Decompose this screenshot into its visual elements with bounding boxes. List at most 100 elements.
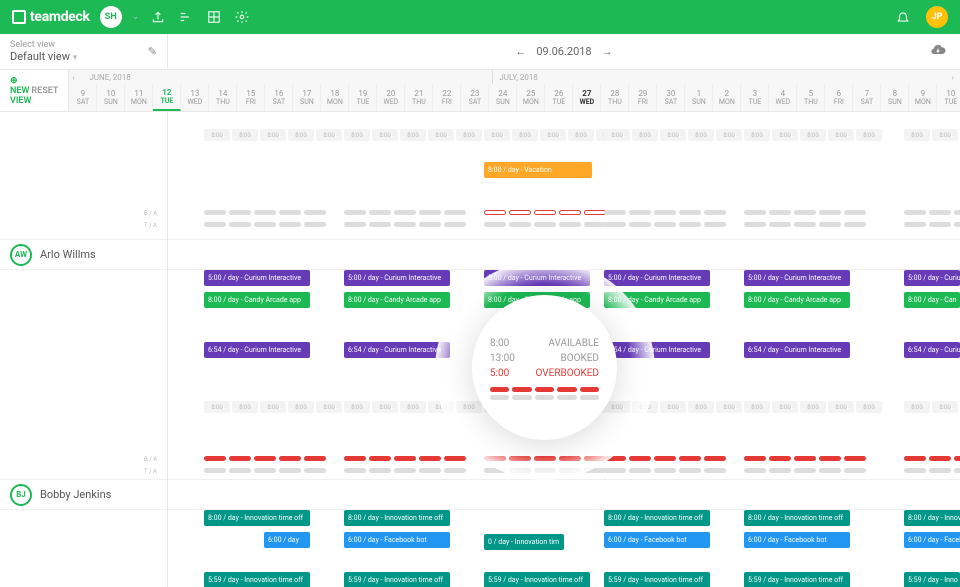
scroll-right-icon[interactable]: › <box>952 73 954 82</box>
booking-bar[interactable]: 6:00 / day <box>264 532 310 548</box>
bell-icon[interactable] <box>894 8 912 26</box>
booking-bar[interactable]: 6:00 / day - Facebook bot <box>904 532 960 548</box>
view-dropdown[interactable]: Default view ▾ <box>10 50 77 63</box>
booking-bar[interactable]: 6:54 / day - Curium Interactive <box>744 342 850 358</box>
day-column[interactable]: 2MON <box>713 84 741 111</box>
export-icon[interactable] <box>149 8 167 26</box>
booking-bar[interactable]: 8:00 / day - Can <box>904 292 960 308</box>
day-column[interactable]: 15FRI <box>237 84 265 111</box>
day-column[interactable]: 17SUN <box>293 84 321 111</box>
booking-bar[interactable]: 5:00 / day - Curium Interactive <box>904 270 960 286</box>
booking-bar[interactable]: 5:00 / day - Curium Interactive <box>744 270 850 286</box>
gear-icon[interactable] <box>233 8 251 26</box>
scroll-left-icon[interactable]: ‹ <box>72 73 74 82</box>
day-column[interactable]: 16SAT <box>265 84 293 111</box>
booking-bar[interactable]: 8:00 / day - Candy Arcade app <box>604 292 710 308</box>
next-date-button[interactable]: → <box>602 45 613 58</box>
booking-bar[interactable]: 8:00 / day - Vacation <box>484 162 592 178</box>
row-label: T / A <box>144 222 157 229</box>
booking-bar[interactable]: 6:54 / day - Curium Interactive <box>204 342 310 358</box>
booking-bar[interactable]: 8:00 / day - Candy Arcade app <box>744 292 850 308</box>
booking-bar[interactable]: 8:00 / day - Candy Arcade app <box>344 292 450 308</box>
indicator-pill <box>444 222 466 227</box>
indicator-pill <box>929 456 951 461</box>
new-view-button[interactable]: ⊕ NEW VIEW <box>10 76 31 106</box>
chevron-down-icon[interactable]: ⌄ <box>132 12 140 22</box>
workspace-avatar[interactable]: SH <box>100 6 122 28</box>
day-column[interactable]: 27WED <box>573 84 601 111</box>
booking-bar[interactable]: 5:59 / day - Inno <box>904 572 960 587</box>
indicator-pill <box>819 456 841 461</box>
booking-bar[interactable]: 5:59 / day - Innovation time off <box>344 572 450 587</box>
prev-date-button[interactable]: ← <box>515 45 526 58</box>
booking-bar[interactable]: 5:00 / day - Curium Interactive <box>204 270 310 286</box>
logo[interactable]: teamdeck <box>12 9 90 25</box>
indicator-pill <box>534 456 556 461</box>
day-column[interactable]: 14THU <box>209 84 237 111</box>
day-column[interactable]: 6FRI <box>825 84 853 111</box>
top-bar: teamdeck SH ⌄ JP <box>0 0 960 34</box>
booking-bar[interactable]: 8:00 / day - Innovation time off <box>204 510 310 526</box>
day-column[interactable]: 18MON <box>321 84 349 111</box>
day-column[interactable]: 29FRI <box>629 84 657 111</box>
day-column[interactable]: 10SUN <box>97 84 125 111</box>
booking-bar[interactable]: 8:00 / day - Candy Arcade app <box>204 292 310 308</box>
booking-bar[interactable]: 8:00 / day - Innovation time off <box>344 510 450 526</box>
booking-bar[interactable]: 5:59 / day - Innovation time off <box>484 572 590 587</box>
hours-cell: 8:00 <box>204 401 230 413</box>
user-avatar[interactable]: JP <box>926 6 948 28</box>
booking-bar[interactable]: 6:00 / day - Facebook bot <box>744 532 850 548</box>
booking-bar[interactable]: 0 / day - Innovation tim <box>484 534 564 550</box>
day-column[interactable]: 21THU <box>405 84 433 111</box>
day-column[interactable]: 1SUN <box>685 84 713 111</box>
day-column[interactable]: 10TUE <box>937 84 960 111</box>
day-column[interactable]: 11MON <box>125 84 153 111</box>
day-column[interactable]: 9SAT <box>69 84 97 111</box>
booking-bar[interactable]: 6:00 / day - Facebook bot <box>344 532 450 548</box>
booking-bar[interactable]: 6:54 / day - Curium Interactive <box>604 342 710 358</box>
month-label: JUNE, 2018 <box>89 73 130 82</box>
resource-row[interactable]: AW Arlo Willms <box>0 240 167 270</box>
booking-bar[interactable]: 5:00 / day - Curium Interactive <box>604 270 710 286</box>
day-column[interactable]: 25MON <box>517 84 545 111</box>
booking-bar[interactable]: 6:54 / day - Curium Interactive <box>344 342 450 358</box>
day-column[interactable]: 13WED <box>181 84 209 111</box>
day-column[interactable]: 23SAT <box>461 84 489 111</box>
booking-bar[interactable]: 8:00 / day - Innovation time off <box>604 510 710 526</box>
day-column[interactable]: 3TUE <box>741 84 769 111</box>
day-column[interactable]: 5THU <box>797 84 825 111</box>
date-display[interactable]: 09.06.2018 <box>536 45 591 58</box>
day-column[interactable]: 7SAT <box>853 84 881 111</box>
booking-bar[interactable]: 5:59 / day - Innovation time off <box>604 572 710 587</box>
booking-bar[interactable]: 5:00 / day - Curium Interactive <box>484 270 590 286</box>
booking-bar[interactable]: 8:00 / day - Innovation time off <box>904 510 960 526</box>
booking-bar[interactable]: 5:59 / day - Innovation time off <box>744 572 850 587</box>
day-column[interactable]: 12TUE <box>153 84 181 111</box>
grid-icon[interactable] <box>205 8 223 26</box>
download-icon[interactable] <box>930 42 946 61</box>
edit-icon[interactable]: ✎ <box>148 45 157 58</box>
timeline-icon[interactable] <box>177 8 195 26</box>
day-column[interactable]: 20WED <box>377 84 405 111</box>
day-column[interactable]: 26TUE <box>545 84 573 111</box>
indicator-pill <box>419 222 441 227</box>
resource-row[interactable]: BJ Bobby Jenkins <box>0 480 167 510</box>
booking-bar[interactable]: 8:00 / day - Innovation time off <box>744 510 850 526</box>
indicator-pill <box>904 456 926 461</box>
day-column[interactable]: 4WED <box>769 84 797 111</box>
indicator-pill <box>444 210 466 215</box>
day-column[interactable]: 30SAT <box>657 84 685 111</box>
reset-button[interactable]: RESET <box>31 86 58 96</box>
indicator-pill <box>534 210 556 215</box>
day-column[interactable]: 9MON <box>909 84 937 111</box>
booking-bar[interactable]: 6:54 / day - Curium Interactive <box>904 342 960 358</box>
booking-bar[interactable]: 5:59 / day - Innovation time off <box>204 572 310 587</box>
booking-bar[interactable]: 6:00 / day - Facebook bot <box>604 532 710 548</box>
booking-bar[interactable]: 5:00 / day - Curium Interactive <box>344 270 450 286</box>
hours-cell: 8:00 <box>744 401 770 413</box>
day-column[interactable]: 22FRI <box>433 84 461 111</box>
day-column[interactable]: 8SUN <box>881 84 909 111</box>
day-column[interactable]: 24SUN <box>489 84 517 111</box>
day-column[interactable]: 28THU <box>601 84 629 111</box>
day-column[interactable]: 19TUE <box>349 84 377 111</box>
